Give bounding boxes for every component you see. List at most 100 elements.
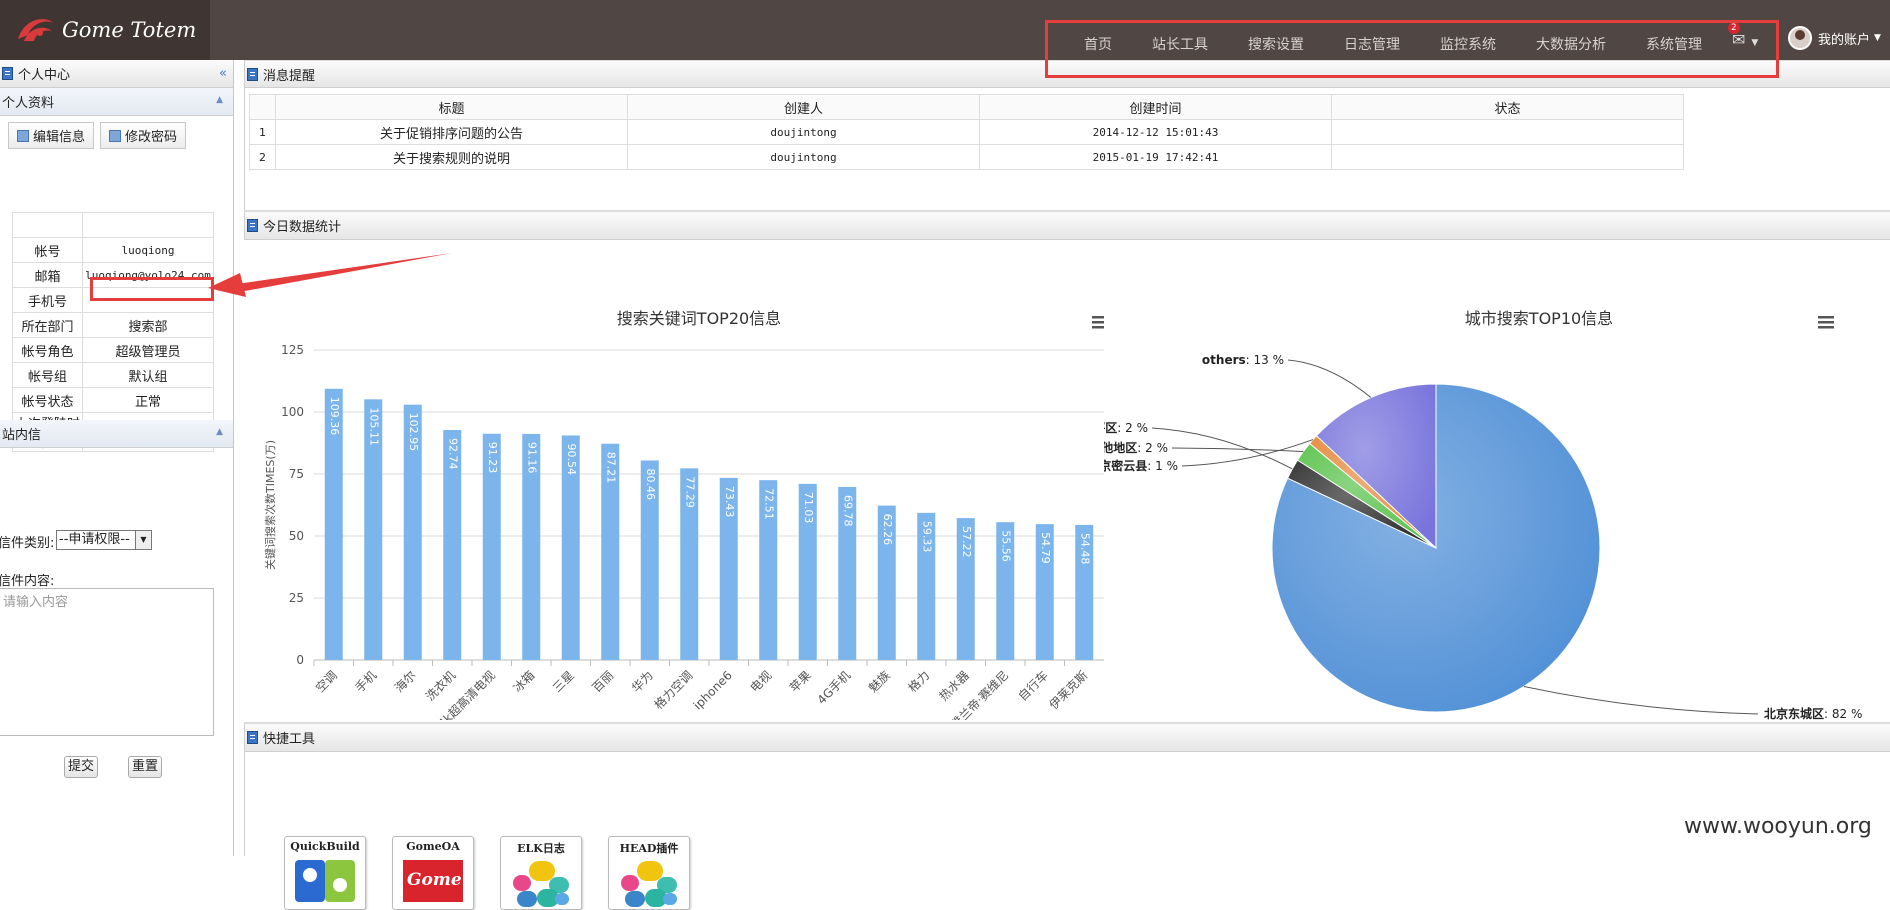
bar-value-label: 92.74 xyxy=(446,438,459,470)
table-header-cell xyxy=(249,94,276,120)
table-cell xyxy=(1331,144,1684,170)
content-textarea[interactable]: 请输入内容 xyxy=(0,588,214,736)
tool-3[interactable]: HEAD插件 xyxy=(608,836,690,910)
pie-label: 上海崇明县其他地区: 2 % xyxy=(1104,440,1168,455)
type-select-value: --申请权限-- xyxy=(59,532,130,547)
field-label: 所在部门 xyxy=(12,312,83,338)
account-label: 我的账户 xyxy=(1818,32,1871,48)
avatar xyxy=(1788,26,1812,50)
submit-button[interactable]: 提交 xyxy=(64,756,98,778)
table-cell: 2015-01-19 17:42:41 xyxy=(979,144,1332,170)
x-tick-label: 空调 xyxy=(313,668,340,695)
pie-label: 山西省尖草坪区: 2 % xyxy=(1104,420,1148,435)
x-tick-label: 热水器 xyxy=(937,668,972,703)
collapse-left-icon[interactable]: « xyxy=(219,66,227,81)
chevron-up-icon[interactable]: ▲ xyxy=(216,427,223,437)
leader-line xyxy=(1171,447,1304,453)
y-tick-label: 100 xyxy=(281,405,304,419)
field-value: 搜索部 xyxy=(82,312,214,338)
chart-menu-icon[interactable] xyxy=(1818,316,1834,329)
inbox-title: 站内信 xyxy=(2,428,42,443)
city-pie-chart: 城市搜索TOP10信息北京东城区: 82 % 山西省尖草坪区: 2 % 上海崇明县其… xyxy=(1104,309,1862,720)
tool-label: HEAD插件 xyxy=(619,842,679,855)
x-tick-label: 格力 xyxy=(905,668,933,696)
table-row: 帐号角色 超级管理员 xyxy=(12,337,214,363)
table-cell: 2014-12-12 15:01:43 xyxy=(979,119,1332,145)
bar-value-label: 91.16 xyxy=(525,442,538,474)
column-header[interactable]: 状态 xyxy=(1331,94,1684,120)
bar-value-label: 77.29 xyxy=(683,476,696,508)
table-row: 帐号 luoqiong xyxy=(12,237,214,263)
bar-value-label: 90.54 xyxy=(565,443,578,475)
field-value: 默认组 xyxy=(82,362,214,388)
head-plugin-icon xyxy=(617,859,681,909)
logo[interactable]: Gome Totem xyxy=(0,0,210,60)
edit-info-label: 编辑信息 xyxy=(33,130,86,145)
profile-title: 个人资料 xyxy=(2,96,55,111)
bar-value-label: 69.78 xyxy=(841,495,854,527)
chart-menu-icon[interactable] xyxy=(1092,316,1104,329)
logo-mark-icon xyxy=(18,19,54,41)
tools-title: 快捷工具 xyxy=(263,732,316,747)
bar-value-label: 54.48 xyxy=(1078,533,1091,565)
column-header[interactable]: 创建时间 xyxy=(979,94,1332,120)
menu-bar xyxy=(1092,316,1104,319)
x-tick-label: 自行车 xyxy=(1015,668,1051,704)
y-tick-label: 50 xyxy=(289,529,304,543)
pie-label: 北京东城区: 82 % xyxy=(1764,706,1862,720)
field-label: 手机号 xyxy=(12,287,83,313)
x-tick-label: 魅族 xyxy=(865,668,893,696)
table-cell: 关于促销排序问题的公告 xyxy=(275,119,628,145)
menu-bar xyxy=(1092,326,1104,329)
tool-1[interactable]: GomeOA Gome xyxy=(392,836,474,910)
account-menu[interactable]: 我的账户 ▼ xyxy=(1788,26,1881,50)
x-tick-label: 电视 xyxy=(747,668,775,696)
x-tick-label: 海尔 xyxy=(391,668,419,696)
panel-icon xyxy=(247,219,258,232)
chart-title: 搜索关键词TOP20信息 xyxy=(617,309,781,328)
field-label: 帐号 xyxy=(12,237,83,263)
profile-header[interactable]: 个人资料 ▲ xyxy=(0,88,233,116)
reset-button[interactable]: 重置 xyxy=(128,756,162,778)
keyword-bar-chart: 搜索关键词TOP20信息 0 25 50 75 100 125 关键词搜索次数TIMES(万)… xyxy=(263,309,1104,720)
table-header-cell xyxy=(12,212,83,238)
y-tick-label: 125 xyxy=(281,343,304,357)
edit-info-button[interactable]: 编辑信息 xyxy=(8,122,95,149)
chevron-up-icon[interactable]: ▲ xyxy=(216,95,223,105)
inbox-header[interactable]: 站内信 ▲ xyxy=(0,420,233,448)
panel-icon xyxy=(2,67,13,80)
bar-value-label: 54.79 xyxy=(1039,532,1052,564)
leader-line xyxy=(1287,359,1372,398)
stats-title: 今日数据统计 xyxy=(263,220,342,235)
chevron-down-icon: ▼ xyxy=(135,531,151,549)
y-axis-label: 关键词搜索次数TIMES(万) xyxy=(263,440,277,570)
table-cell: 1 xyxy=(249,119,276,145)
menu-bar xyxy=(1818,321,1834,324)
y-tick-label: 25 xyxy=(289,591,304,605)
tool-label: GomeOA xyxy=(406,840,460,853)
x-tick-label: 冰箱 xyxy=(510,668,538,696)
table-row[interactable]: 1 关于促销排序问题的公告 doujintong 2014-12-12 15:01:4… xyxy=(249,119,1684,145)
column-header[interactable]: 创建人 xyxy=(627,94,980,120)
change-password-button[interactable]: 修改密码 xyxy=(100,122,187,149)
type-select[interactable]: --申请权限-- ▼ xyxy=(56,530,152,550)
tool-0[interactable]: QuickBuild xyxy=(284,836,366,910)
table-row[interactable]: 2 关于搜索规则的说明 doujintong 2015-01-19 17:42:41 xyxy=(249,144,1684,170)
column-header[interactable]: 标题 xyxy=(275,94,628,120)
watermark: www.wooyun.org xyxy=(1684,814,1872,839)
menu-bar xyxy=(1092,321,1104,324)
content-placeholder: 请输入内容 xyxy=(3,595,69,610)
main-content: 消息提醒 标题 创建人 创建时间 状态 1 关于促销排序问题的公告 doujintong 2… xyxy=(244,60,1890,910)
stats-header: 今日数据统计 xyxy=(245,212,1890,240)
gomeoa-icon: Gome xyxy=(401,856,465,906)
personal-center-title: 个人中心 xyxy=(18,68,71,83)
profile-toolbar: 编辑信息 修改密码 xyxy=(0,116,233,155)
table-cell: doujintong xyxy=(627,119,980,145)
bar-value-label: 91.23 xyxy=(486,442,499,474)
pie-label: others: 13 % xyxy=(1202,353,1284,367)
bar-value-label: 73.43 xyxy=(723,486,736,518)
profile-table: 帐号 luoqiong 邮箱 luoqiong@yolo24.com 手机号 所在部门 搜索… xyxy=(12,212,214,452)
panel-icon xyxy=(247,731,258,744)
tool-2[interactable]: ELK日志 xyxy=(500,836,582,910)
table-cell: doujintong xyxy=(627,144,980,170)
